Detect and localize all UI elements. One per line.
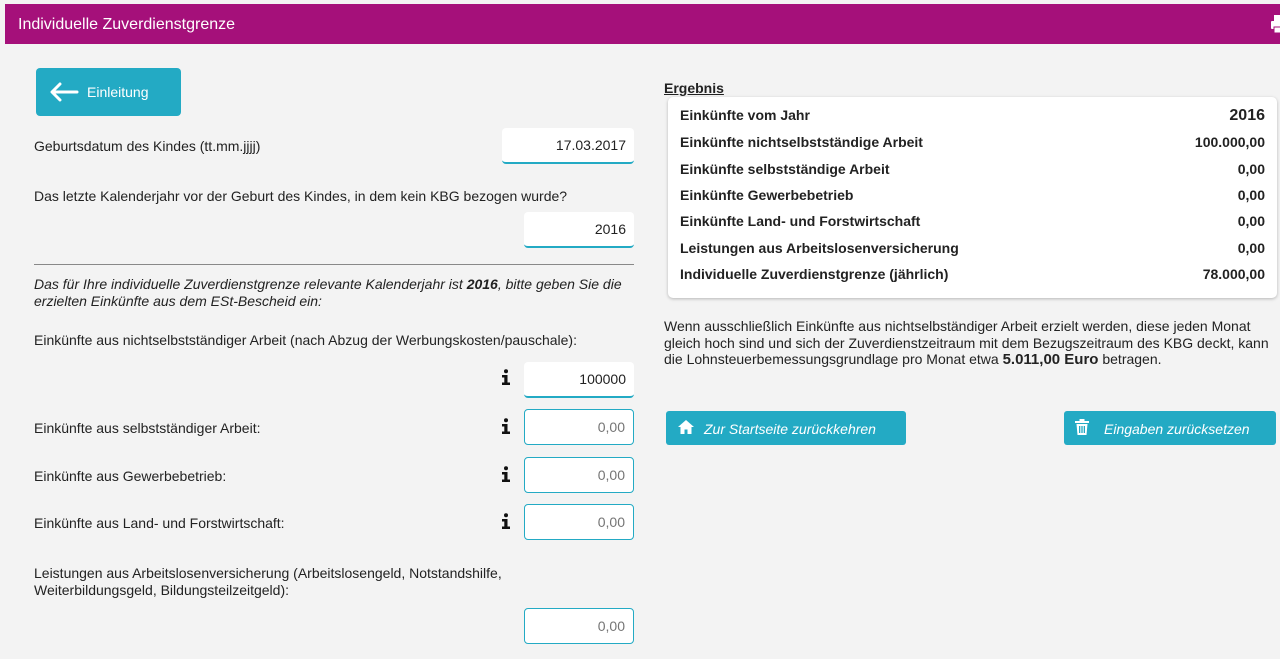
reset-button[interactable]: Eingaben zurücksetzen	[1064, 411, 1276, 445]
result-row: Einkünfte nichtselbstständige Arbeit 100.…	[680, 134, 1265, 150]
info-icon[interactable]	[501, 418, 511, 434]
note-year: 2016	[466, 276, 498, 292]
home-button[interactable]: Zur Startseite zurückkehren	[666, 411, 906, 445]
arrow-left-icon	[50, 82, 79, 102]
unemployment-label-line2: Weiterbildungsgeld, Bildungsteilzeitgeld…	[34, 582, 290, 598]
result-row: Einkünfte Land- und Forstwirtschaft 0,00	[680, 213, 1265, 229]
home-button-label: Zur Startseite zurückkehren	[704, 421, 876, 437]
page-title: Individuelle Zuverdienstgrenze	[18, 16, 236, 33]
monthly-amount: 5.011,00 Euro	[1002, 351, 1099, 368]
info-icon[interactable]	[501, 513, 511, 529]
result-row: Einkünfte vom Jahr 2016	[680, 107, 1265, 124]
unemployment-input[interactable]	[524, 608, 634, 644]
income-agri-input[interactable]	[524, 504, 634, 540]
print-icon[interactable]	[1270, 14, 1280, 34]
result-row: Leistungen aus Arbeitslosenversicherung 0…	[680, 240, 1265, 256]
year-question-label: Das letzte Kalenderjahr vor der Geburt d…	[34, 188, 568, 204]
year-note: Das für Ihre individuelle Zuverdienstgre…	[34, 276, 622, 309]
birthdate-input[interactable]	[502, 128, 634, 164]
home-icon	[678, 420, 694, 434]
info-icon[interactable]	[501, 466, 511, 482]
salary-info-text: Wenn ausschließlich Einkünfte aus nichts…	[664, 318, 1269, 368]
birthdate-label: Geburtsdatum des Kindes (tt.mm.jjjj)	[34, 138, 261, 154]
result-row: Einkünfte selbstständige Arbeit 0,00	[680, 161, 1265, 177]
intro-button[interactable]: Einleitung	[36, 68, 181, 116]
income-self-input[interactable]	[524, 409, 634, 445]
income-nonself-input[interactable]	[524, 362, 634, 398]
unemployment-label-line1: Leistungen aus Arbeitslosenversicherung …	[34, 565, 502, 581]
trash-icon	[1075, 419, 1089, 435]
income-self-label: Einkünfte aus selbstständiger Arbeit:	[34, 420, 261, 436]
ergebnis-title: Ergebnis	[664, 80, 724, 96]
app-header: Individuelle Zuverdienstgrenze	[5, 4, 1280, 44]
divider	[34, 264, 634, 265]
reset-button-label: Eingaben zurücksetzen	[1104, 421, 1250, 437]
income-agri-label: Einkünfte aus Land- und Forstwirtschaft:	[34, 515, 285, 531]
income-nonself-label: Einkünfte aus nichtselbstständiger Arbei…	[34, 332, 577, 348]
info-icon[interactable]	[501, 369, 511, 385]
income-business-input[interactable]	[524, 457, 634, 493]
result-row: Individuelle Zuverdienstgrenze (jährlich…	[680, 266, 1265, 282]
income-business-label: Einkünfte aus Gewerbebetrieb:	[34, 468, 227, 484]
intro-button-label: Einleitung	[87, 84, 149, 100]
year-input[interactable]	[524, 212, 634, 248]
ergebnis-card: Einkünfte vom Jahr 2016 Einkünfte nichtse…	[668, 97, 1277, 298]
result-row: Einkünfte Gewerbebetrieb 0,00	[680, 187, 1265, 203]
